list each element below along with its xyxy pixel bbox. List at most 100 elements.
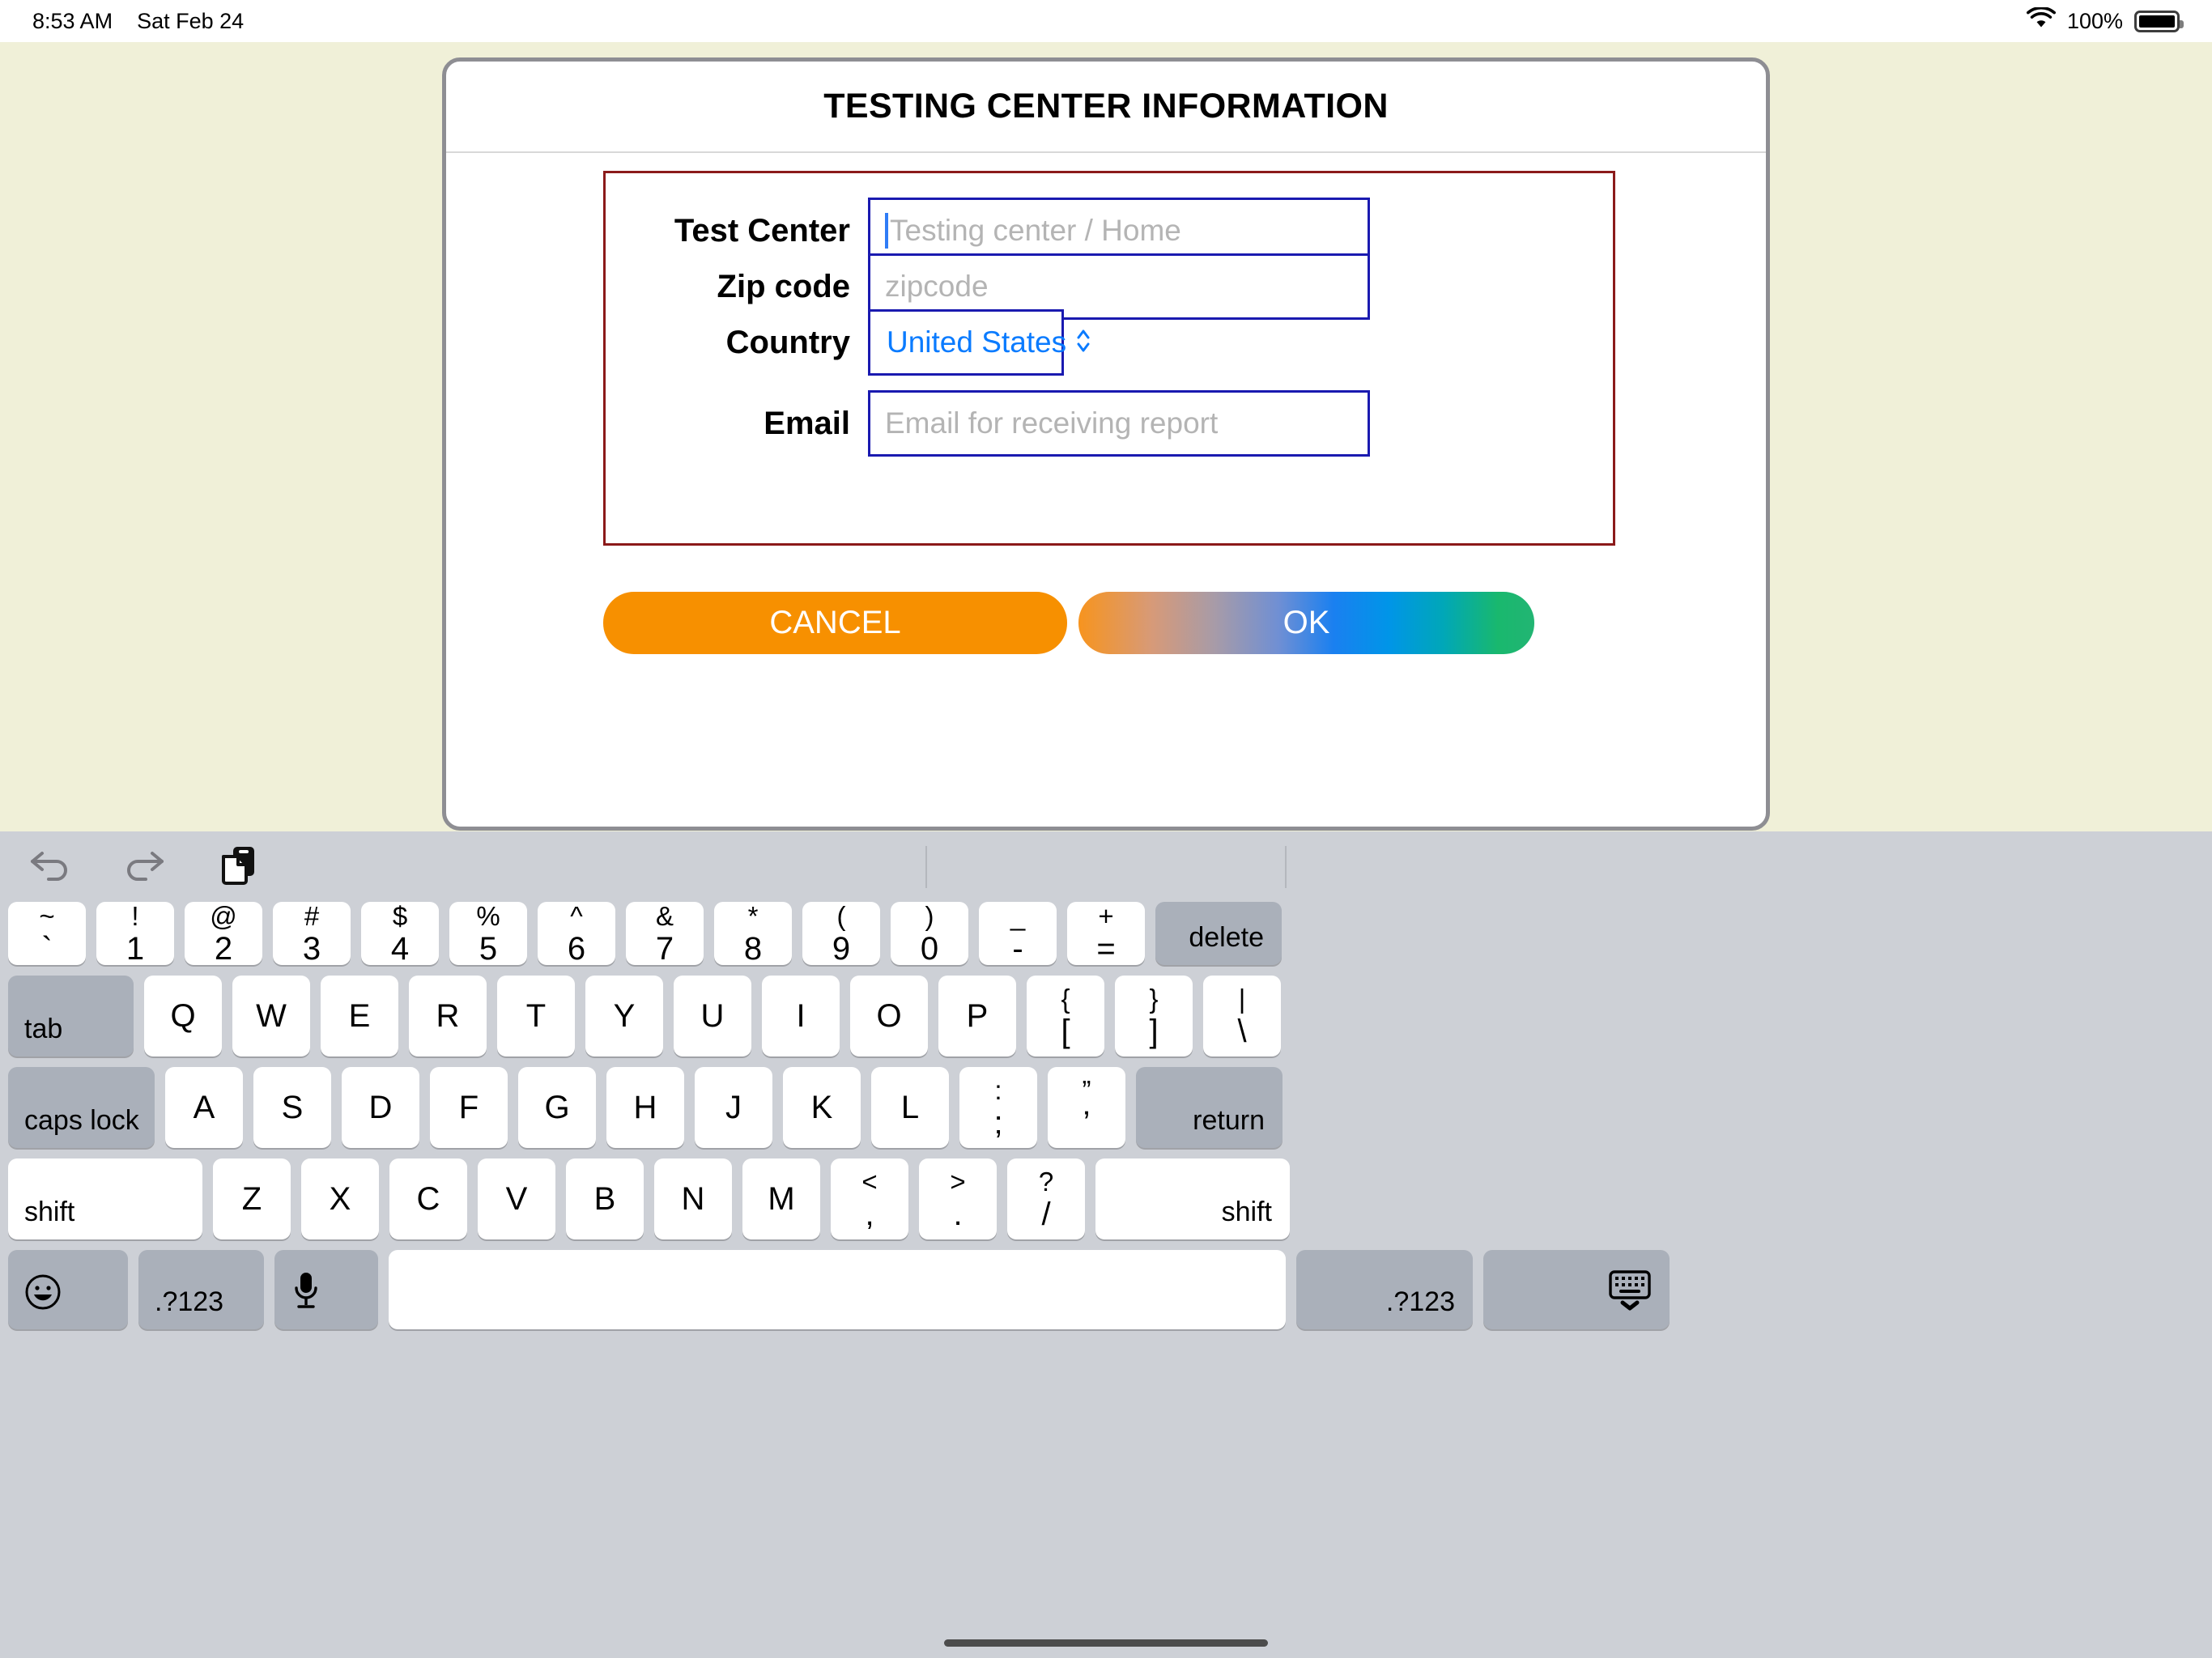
key-k[interactable]: K (783, 1067, 861, 1148)
toolbar-divider-2 (1285, 846, 1287, 888)
email-field[interactable]: Email for receiving report (868, 390, 1370, 457)
paste-button[interactable] (202, 831, 275, 902)
keyboard-row-qwerty: tab Q W E R T Y U I O P {[ }] | \ (0, 976, 2212, 1056)
paste-icon (220, 844, 257, 889)
country-selected-value: United States (887, 325, 1067, 359)
key-q[interactable]: Q (144, 976, 222, 1056)
key-numeric-right[interactable]: .?123 (1296, 1250, 1473, 1329)
country-select[interactable]: United States (868, 309, 1090, 376)
key-return[interactable]: return (1136, 1067, 1283, 1148)
key-8[interactable]: * 8 (714, 902, 792, 965)
key-emoji[interactable] (8, 1250, 128, 1329)
key-microphone[interactable] (274, 1250, 378, 1329)
key-r[interactable]: R (409, 976, 487, 1056)
key-1[interactable]: ! 1 (96, 902, 174, 965)
undo-button[interactable] (15, 831, 87, 902)
key-m[interactable]: M (742, 1158, 820, 1239)
country-label: Country (725, 324, 850, 360)
key-7[interactable]: & 7 (626, 902, 704, 965)
key-minus[interactable]: _ - (979, 902, 1057, 965)
key-d[interactable]: D (342, 1067, 419, 1148)
key-6[interactable]: ^ 6 (538, 902, 615, 965)
key-z[interactable]: Z (213, 1158, 291, 1239)
key-a[interactable]: A (165, 1067, 243, 1148)
key-u[interactable]: U (674, 976, 751, 1056)
key-shift-right[interactable]: shift (1095, 1158, 1290, 1239)
key-i[interactable]: I (762, 976, 840, 1056)
status-bar: 8:53 AM Sat Feb 24 100% (0, 0, 2212, 42)
testing-center-dialog: TESTING CENTER INFORMATION Test Center T… (442, 57, 1770, 831)
key-p[interactable]: P (938, 976, 1016, 1056)
ipad-screen: 8:53 AM Sat Feb 24 100% TESTING CENTER I… (0, 0, 2212, 1658)
microphone-icon (291, 1270, 321, 1319)
key-backslash[interactable]: | \ (1203, 976, 1281, 1056)
key-backtick[interactable]: ~ ` (8, 902, 86, 965)
key-slash[interactable]: ? / (1007, 1158, 1085, 1239)
page-title: TESTING CENTER INFORMATION (823, 87, 1389, 125)
key-5[interactable]: % 5 (449, 902, 527, 965)
test-center-label: Test Center (674, 212, 850, 249)
chevron-updown-icon (1074, 327, 1092, 359)
text-caret (885, 213, 888, 249)
key-bracket-left[interactable]: {[ (1027, 976, 1104, 1056)
home-indicator[interactable] (944, 1639, 1268, 1647)
key-quote[interactable]: ”’ (1048, 1067, 1125, 1148)
key-4[interactable]: $4 (361, 902, 439, 965)
key-t[interactable]: T (497, 976, 575, 1056)
keyboard-row-number: ~ ` ! 1 @2 #3 $4 % 5 ^ 6 & 7 * 8 (9 ) 0 _ - + = d… (0, 902, 2212, 965)
key-space[interactable] (389, 1250, 1286, 1329)
toolbar-divider-1 (925, 846, 927, 888)
key-9[interactable]: (9 (802, 902, 880, 965)
status-bar-left: 8:53 AM Sat Feb 24 (32, 9, 244, 34)
redo-icon (121, 847, 165, 886)
status-bar-right: 100% (2026, 6, 2184, 35)
key-period[interactable]: >. (919, 1158, 997, 1239)
status-time: 8:53 AM (32, 8, 113, 33)
key-numeric-left[interactable]: .?123 (138, 1250, 264, 1329)
key-v[interactable]: V (478, 1158, 555, 1239)
test-center-placeholder: Testing center / Home (890, 214, 1181, 247)
key-bracket-right[interactable]: }] (1115, 976, 1193, 1056)
keyboard-row-bottom: shift Z X C V B N M <, >. ? / shift (0, 1158, 2212, 1239)
key-s[interactable]: S (253, 1067, 331, 1148)
cancel-button[interactable]: CANCEL (603, 592, 1067, 654)
form-fieldset: Test Center Testing center / Home Zip co… (603, 171, 1615, 546)
key-delete[interactable]: delete (1155, 902, 1282, 965)
keyboard-row-home: caps lock A S D F G H J K L :; ”’ return (0, 1067, 2212, 1148)
key-shift-left[interactable]: shift (8, 1158, 202, 1239)
key-semicolon[interactable]: :; (959, 1067, 1037, 1148)
key-o[interactable]: O (850, 976, 928, 1056)
key-2[interactable]: @2 (185, 902, 262, 965)
key-g[interactable]: G (518, 1067, 596, 1148)
key-comma[interactable]: <, (831, 1158, 908, 1239)
battery-percent: 100% (2066, 8, 2123, 33)
key-equals[interactable]: + = (1067, 902, 1145, 965)
keyboard-toolbar (0, 831, 2212, 902)
battery-full-icon (2134, 10, 2184, 32)
key-w[interactable]: W (232, 976, 310, 1056)
field-row-country: Country United States (601, 309, 1090, 376)
wifi-icon (2026, 6, 2056, 35)
key-e[interactable]: E (321, 976, 398, 1056)
key-tab[interactable]: tab (8, 976, 134, 1056)
key-b[interactable]: B (566, 1158, 644, 1239)
email-label: Email (764, 405, 850, 441)
undo-icon (29, 847, 73, 886)
key-3[interactable]: #3 (273, 902, 351, 965)
dialog-actions: CANCEL OK (603, 592, 1615, 654)
email-placeholder: Email for receiving report (885, 406, 1219, 440)
redo-button[interactable] (107, 831, 180, 902)
key-y[interactable]: Y (585, 976, 663, 1056)
key-n[interactable]: N (654, 1158, 732, 1239)
keyboard-row-modifiers: .?123 .?123 (0, 1250, 2212, 1329)
key-j[interactable]: J (695, 1067, 772, 1148)
key-dismiss-keyboard[interactable] (1483, 1250, 1670, 1329)
key-caps-lock[interactable]: caps lock (8, 1067, 155, 1148)
key-c[interactable]: C (389, 1158, 467, 1239)
key-h[interactable]: H (606, 1067, 684, 1148)
key-l[interactable]: L (871, 1067, 949, 1148)
key-0[interactable]: ) 0 (891, 902, 968, 965)
key-f[interactable]: F (430, 1067, 508, 1148)
ok-button[interactable]: OK (1078, 592, 1534, 654)
key-x[interactable]: X (301, 1158, 379, 1239)
